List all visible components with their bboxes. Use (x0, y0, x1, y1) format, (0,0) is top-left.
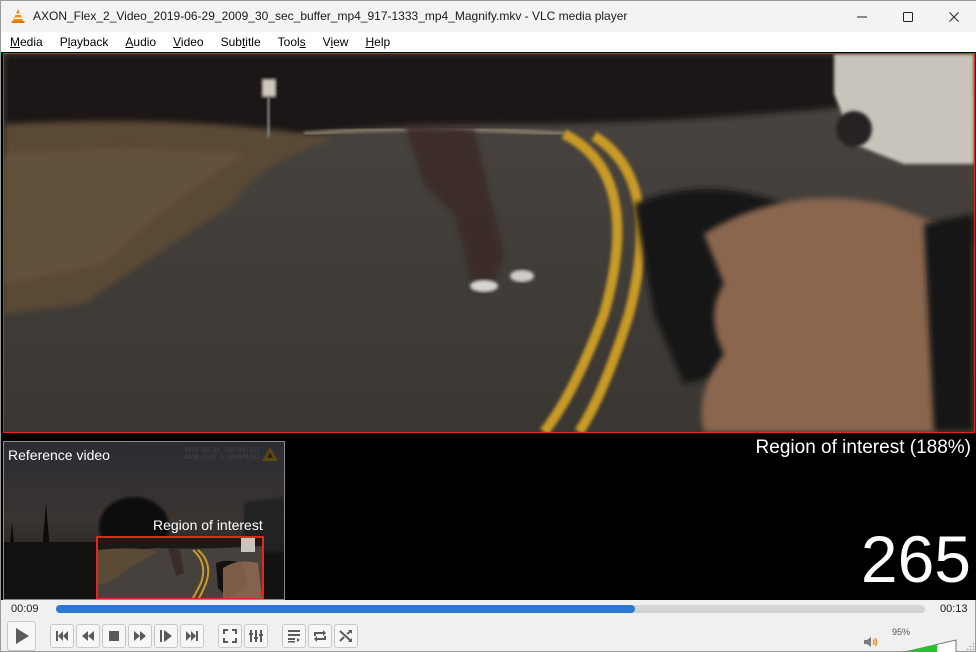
fast-forward-icon (134, 631, 146, 641)
volume-slider[interactable] (882, 639, 957, 652)
fullscreen-icon (223, 629, 237, 643)
roi-selection-box[interactable] (96, 536, 264, 599)
skip-previous-icon (56, 631, 68, 641)
menu-bar: Media Playback Audio Video Subtitle Tools View… (1, 32, 976, 52)
stop-icon (109, 631, 119, 641)
menu-help[interactable]: Help (365, 32, 390, 52)
speaker-icon[interactable] (863, 636, 879, 648)
stop-button[interactable] (102, 624, 126, 648)
frame-number: 265 (860, 522, 971, 596)
title-bar: AXON_Flex_2_Video_2019-06-29_2009_30_sec… (1, 1, 976, 32)
equalizer-icon (249, 630, 263, 642)
slower-button[interactable] (76, 624, 100, 648)
axon-logo-icon (262, 447, 278, 461)
total-time: 00:13 (940, 603, 968, 615)
menu-media[interactable]: Media (10, 32, 43, 52)
bodycam-timestamp: 2019-06-30 T03:09:25Z AXON FLEX 2 X83078… (184, 447, 260, 461)
video-area[interactable]: Region of interest (188%) 265 Reference … (1, 52, 976, 600)
reference-video-label: Reference video (8, 447, 110, 463)
roi-zoom-label: Region of interest (188%) (755, 437, 971, 458)
fullscreen-button[interactable] (218, 624, 242, 648)
menu-view[interactable]: View (323, 32, 349, 52)
rewind-icon (82, 631, 94, 641)
seek-progress-fill (56, 605, 635, 613)
vlc-cone-icon (11, 9, 25, 23)
faster-button[interactable] (128, 624, 152, 648)
roi-thumbnail (98, 538, 262, 598)
menu-video[interactable]: Video (173, 32, 203, 52)
seek-slider[interactable] (56, 605, 925, 613)
previous-button[interactable] (50, 624, 74, 648)
magnified-frame (4, 54, 974, 432)
reference-video-inset[interactable]: Reference video 2019-06-30 T03:09:25Z AX… (3, 441, 285, 600)
play-button[interactable] (7, 621, 36, 651)
seek-row: 00:09 00:13 (1, 600, 976, 619)
minimize-button[interactable] (839, 1, 885, 32)
maximize-icon (903, 11, 913, 22)
maximize-button[interactable] (885, 1, 931, 32)
menu-subtitle[interactable]: Subtitle (221, 32, 261, 52)
volume-fill (904, 644, 938, 652)
shuffle-icon (339, 630, 352, 642)
playlist-icon (288, 630, 300, 643)
shuffle-button[interactable] (334, 624, 358, 648)
frame-step-icon (160, 630, 172, 642)
window-title: AXON_Flex_2_Video_2019-06-29_2009_30_sec… (33, 9, 628, 23)
reference-roi-label: Region of interest (153, 517, 263, 533)
playback-controls: 95% (1, 620, 976, 652)
close-button[interactable] (931, 1, 976, 32)
next-button[interactable] (180, 624, 204, 648)
minimize-icon (857, 16, 867, 17)
elapsed-time: 00:09 (11, 603, 39, 615)
playlist-button[interactable] (282, 624, 306, 648)
vlc-window: AXON_Flex_2_Video_2019-06-29_2009_30_sec… (0, 0, 976, 652)
loop-icon (314, 630, 326, 642)
menu-playback[interactable]: Playback (60, 32, 109, 52)
skip-next-icon (186, 631, 198, 641)
play-icon (15, 628, 29, 644)
extended-settings-button[interactable] (244, 624, 268, 648)
menu-audio[interactable]: Audio (125, 32, 156, 52)
resize-grip-icon[interactable] (966, 642, 975, 651)
frame-step-button[interactable] (154, 624, 178, 648)
magnified-video[interactable] (3, 53, 975, 433)
volume-percent: 95% (892, 627, 911, 637)
close-icon (949, 11, 959, 22)
loop-button[interactable] (308, 624, 332, 648)
menu-tools[interactable]: Tools (278, 32, 306, 52)
